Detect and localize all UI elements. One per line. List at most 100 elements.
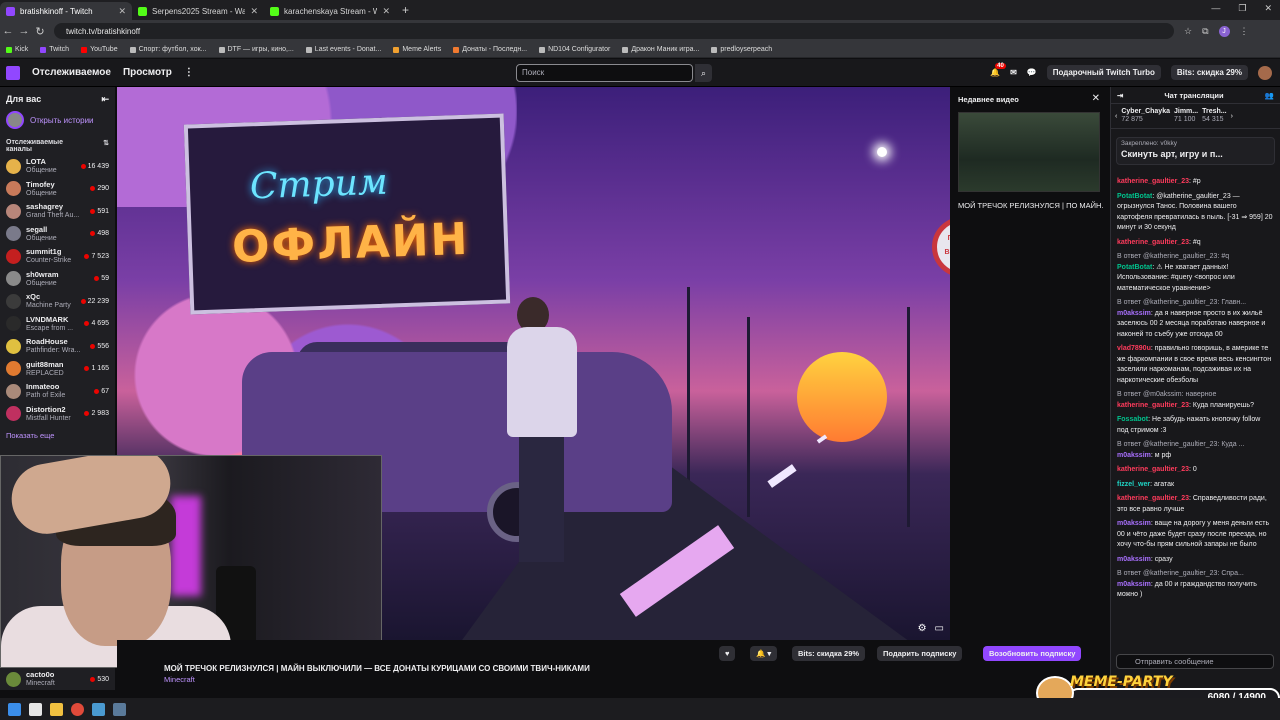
browser-tab[interactable]: Serpens2025 Stream - Watch L ✕	[132, 2, 264, 20]
reload-icon[interactable]: ↻	[32, 25, 48, 38]
chat-username[interactable]: PotatBotat	[1117, 193, 1152, 200]
chat-username[interactable]: katherine_gaultier_23	[1117, 239, 1189, 246]
recent-video-thumbnail[interactable]	[958, 112, 1100, 192]
user-avatar[interactable]	[1258, 65, 1272, 80]
chat-username[interactable]: katherine_gaultier_23	[1117, 495, 1189, 502]
nav-browse[interactable]: Просмотр	[123, 67, 172, 78]
bookmark-item[interactable]: predloyserpeach	[711, 46, 772, 53]
bookmark-item[interactable]: Twitch	[40, 46, 69, 53]
reply-context[interactable]: В ответ @m0akssim: наверное	[1117, 390, 1273, 401]
forward-icon[interactable]: →	[16, 25, 32, 37]
bookmark-item[interactable]: YouTube	[81, 46, 118, 53]
notepad-icon[interactable]	[92, 702, 105, 716]
chat-users-icon[interactable]: 👥	[1265, 91, 1274, 100]
notification-bell-button[interactable]: 🔔 ▾	[750, 646, 778, 661]
chat-username[interactable]: m0akssim	[1117, 452, 1151, 459]
chat-username[interactable]: m0akssim	[1117, 310, 1151, 317]
reply-context[interactable]: В ответ @katherine_gaultier_23: Куда ...	[1117, 440, 1273, 451]
browser-tab[interactable]: bratishkinoff - Twitch ✕	[0, 2, 132, 20]
sort-icon[interactable]: ⇅	[103, 139, 109, 153]
notifications-icon[interactable]: 🔔 40	[990, 63, 1006, 77]
chat-username[interactable]: katherine_gaultier_23	[1117, 402, 1189, 409]
sidebar-channel-item[interactable]: sashagrey Grand Theft Au... 591	[0, 200, 115, 223]
yandex-icon[interactable]	[29, 702, 42, 716]
bookmark-item[interactable]: DTF — игры, кино,...	[218, 46, 294, 53]
collapse-chat-icon[interactable]: ⇥	[1117, 91, 1123, 100]
sidebar-channel-item[interactable]: guit88man REPLACED 1 165	[0, 358, 115, 381]
follow-heart-button[interactable]: ♥	[719, 646, 736, 661]
chrome-icon[interactable]	[71, 702, 84, 716]
reply-context[interactable]: В ответ @katherine_gaultier_23: Спра...	[1117, 569, 1273, 580]
chat-input[interactable]: Отправить сообщение	[1116, 654, 1274, 669]
prev-arrow-icon[interactable]: ‹	[1115, 113, 1117, 120]
bookmark-item[interactable]: Kick	[6, 46, 28, 53]
new-tab-icon[interactable]: +	[402, 3, 409, 17]
sidebar-channel-item[interactable]: cacto0o Minecraft 530	[0, 668, 115, 691]
theatre-mode-icon[interactable]: ▭	[935, 623, 944, 634]
bookmark-star-icon[interactable]: ☆	[1184, 26, 1192, 37]
bookmark-item[interactable]: Дракон Маник игра...	[622, 46, 699, 53]
search-input[interactable]: Поиск	[516, 64, 693, 82]
bookmark-item[interactable]: ND104 Configurator	[539, 46, 610, 53]
gift-sub-button[interactable]: Подарить подписку	[877, 646, 963, 661]
profile-avatar[interactable]: J	[1218, 25, 1230, 37]
minimize-icon[interactable]: —	[1211, 3, 1220, 14]
next-arrow-icon[interactable]: ›	[1231, 113, 1233, 120]
bits-button[interactable]: Bits: скидка 29%	[1170, 65, 1248, 80]
turbo-button[interactable]: Подарочный Twitch Turbo	[1046, 65, 1161, 80]
file-explorer-icon[interactable]	[50, 702, 63, 716]
sidebar-channel-item[interactable]: Distortion2 Mistfall Hunter 2 983	[0, 403, 115, 426]
open-stories-button[interactable]: Открыть истории	[0, 105, 115, 129]
chat-username[interactable]: katherine_gaultier_23	[1117, 466, 1189, 473]
close-window-icon[interactable]: ✕	[1264, 3, 1272, 14]
collapse-sidebar-icon[interactable]: ⇤	[101, 94, 109, 105]
sidebar-channel-item[interactable]: Timofey Общение 290	[0, 178, 115, 201]
menu-dots-icon[interactable]: ⋮	[1240, 26, 1249, 37]
chat-username[interactable]: PotatBotat	[1117, 264, 1152, 271]
leaderboard-item[interactable]: Tresh... 54 315	[1202, 108, 1227, 124]
reply-context[interactable]: В ответ @katherine_gaultier_23: #q	[1117, 252, 1273, 263]
chat-username[interactable]: fizzel_wer	[1117, 481, 1150, 488]
nav-following[interactable]: Отслеживаемое	[32, 67, 111, 78]
bookmark-item[interactable]: Last events - Donat...	[305, 46, 381, 53]
chat-username[interactable]: m0akssim	[1117, 520, 1151, 527]
bookmark-item[interactable]: Meme Alerts	[393, 46, 441, 53]
recent-video-title[interactable]: МОЙ ТРЕЧОК РЕЛИЗНУЛСЯ | ПО МАЙН...	[958, 201, 1103, 210]
leaderboard-item[interactable]: Cyber_Chayka 72 875	[1121, 108, 1170, 124]
close-tab-icon[interactable]: ✕	[250, 6, 258, 17]
sidebar-channel-item[interactable]: xQc Machine Party 22 239	[0, 290, 115, 313]
search-icon[interactable]: ⌕	[695, 64, 712, 82]
sidebar-channel-item[interactable]: summit1g Counter-Strike 7 523	[0, 245, 115, 268]
bookmark-item[interactable]: Донаты - Последн...	[453, 46, 527, 53]
url-field[interactable]: twitch.tv/bratishkinoff	[54, 23, 1174, 39]
resubscribe-button[interactable]: Возобновить подписку	[983, 646, 1082, 661]
more-dots-icon[interactable]: ⋮	[184, 67, 194, 78]
sidebar-channel-item[interactable]: Inmateoo Path of Exile 67	[0, 380, 115, 403]
sidebar-channel-item[interactable]: sh0wram Общение 59	[0, 268, 115, 291]
reply-context[interactable]: В ответ @katherine_gaultier_23: Главн...	[1117, 298, 1273, 309]
whispers-icon[interactable]: 💬	[1027, 68, 1037, 77]
back-icon[interactable]: ←	[0, 25, 16, 37]
bookmark-item[interactable]: Спорт: футбол, хок...	[129, 46, 207, 53]
show-more-link[interactable]: Показать еще	[0, 425, 115, 446]
windows-start-icon[interactable]	[8, 702, 21, 716]
sidebar-channel-item[interactable]: LVNDMARK Escape from ... 4 695	[0, 313, 115, 336]
sidebar-channel-item[interactable]: RoadHouse Pathfinder: Wra... 556	[0, 335, 115, 358]
maximize-icon[interactable]: ❐	[1238, 3, 1246, 14]
inbox-icon[interactable]: ✉	[1010, 68, 1017, 77]
pinned-message[interactable]: Закреплено: v0kky Скинуть арт, игру и п.…	[1116, 137, 1275, 165]
twitch-logo-icon[interactable]	[6, 65, 20, 80]
chat-username[interactable]: vlad7890u	[1117, 345, 1151, 352]
sidebar-channel-item[interactable]: LOTA Общение 16 439	[0, 155, 115, 178]
chat-username[interactable]: m0akssim	[1117, 556, 1151, 563]
close-tab-icon[interactable]: ✕	[118, 6, 126, 17]
sidebar-channel-item[interactable]: segall Общение 498	[0, 223, 115, 246]
close-icon[interactable]: ✕	[1092, 93, 1100, 104]
close-tab-icon[interactable]: ✕	[382, 6, 390, 17]
chat-username[interactable]: Fossabot	[1117, 416, 1148, 423]
chat-username[interactable]: m0akssim	[1117, 581, 1151, 588]
settings-gear-icon[interactable]: ⚙	[918, 623, 927, 634]
steam-icon[interactable]	[113, 702, 126, 716]
stream-game-link[interactable]: Minecraft	[164, 675, 195, 684]
bits-discount-button[interactable]: Bits: скидка 29%	[792, 646, 866, 661]
